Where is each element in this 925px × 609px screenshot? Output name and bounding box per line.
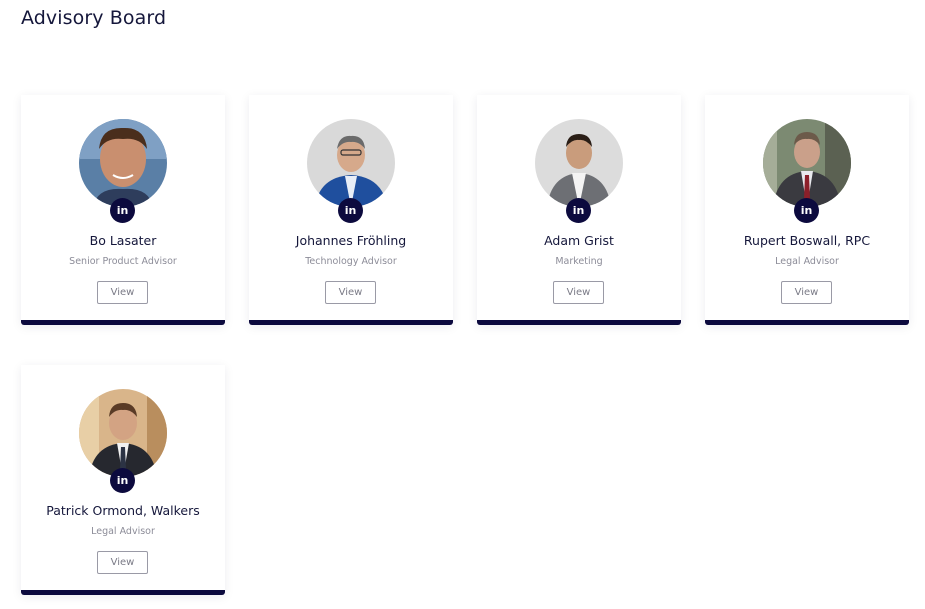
linkedin-icon[interactable]: in — [566, 198, 591, 223]
advisor-role: Technology Advisor — [305, 256, 397, 267]
advisor-card: in Johannes Fröhling Technology Advisor … — [249, 95, 453, 325]
advisor-name: Patrick Ormond, Walkers — [46, 503, 200, 518]
page-title: Advisory Board — [21, 7, 167, 29]
view-button[interactable]: View — [97, 281, 148, 304]
advisor-role: Senior Product Advisor — [69, 256, 177, 267]
avatar-container: in — [763, 119, 851, 223]
advisor-card: in Bo Lasater Senior Product Advisor Vie… — [21, 95, 225, 325]
avatar — [79, 389, 167, 477]
advisor-card: in Adam Grist Marketing View — [477, 95, 681, 325]
advisor-role: Legal Advisor — [91, 526, 155, 537]
advisor-name: Johannes Fröhling — [295, 233, 407, 248]
view-button[interactable]: View — [325, 281, 376, 304]
linkedin-icon[interactable]: in — [110, 198, 135, 223]
linkedin-icon[interactable]: in — [110, 468, 135, 493]
linkedin-icon[interactable]: in — [794, 198, 819, 223]
avatar-container: in — [79, 119, 167, 223]
avatar — [535, 119, 623, 207]
advisor-name: Rupert Boswall, RPC — [743, 233, 871, 248]
advisor-role: Marketing — [555, 256, 603, 267]
avatar-container: in — [535, 119, 623, 223]
advisor-name: Bo Lasater — [89, 233, 157, 248]
avatar — [307, 119, 395, 207]
view-button[interactable]: View — [781, 281, 832, 304]
advisor-name: Adam Grist — [544, 233, 614, 248]
advisor-card: in Rupert Boswall, RPC Legal Advisor Vie… — [705, 95, 909, 325]
advisor-grid: in Bo Lasater Senior Product Advisor Vie… — [21, 95, 909, 595]
view-button[interactable]: View — [553, 281, 604, 304]
advisor-card: in Patrick Ormond, Walkers Legal Advisor… — [21, 365, 225, 595]
avatar — [763, 119, 851, 207]
avatar-container: in — [307, 119, 395, 223]
view-button[interactable]: View — [97, 551, 148, 574]
linkedin-icon[interactable]: in — [338, 198, 363, 223]
avatar — [79, 119, 167, 207]
avatar-container: in — [79, 389, 167, 493]
advisor-role: Legal Advisor — [775, 256, 839, 267]
